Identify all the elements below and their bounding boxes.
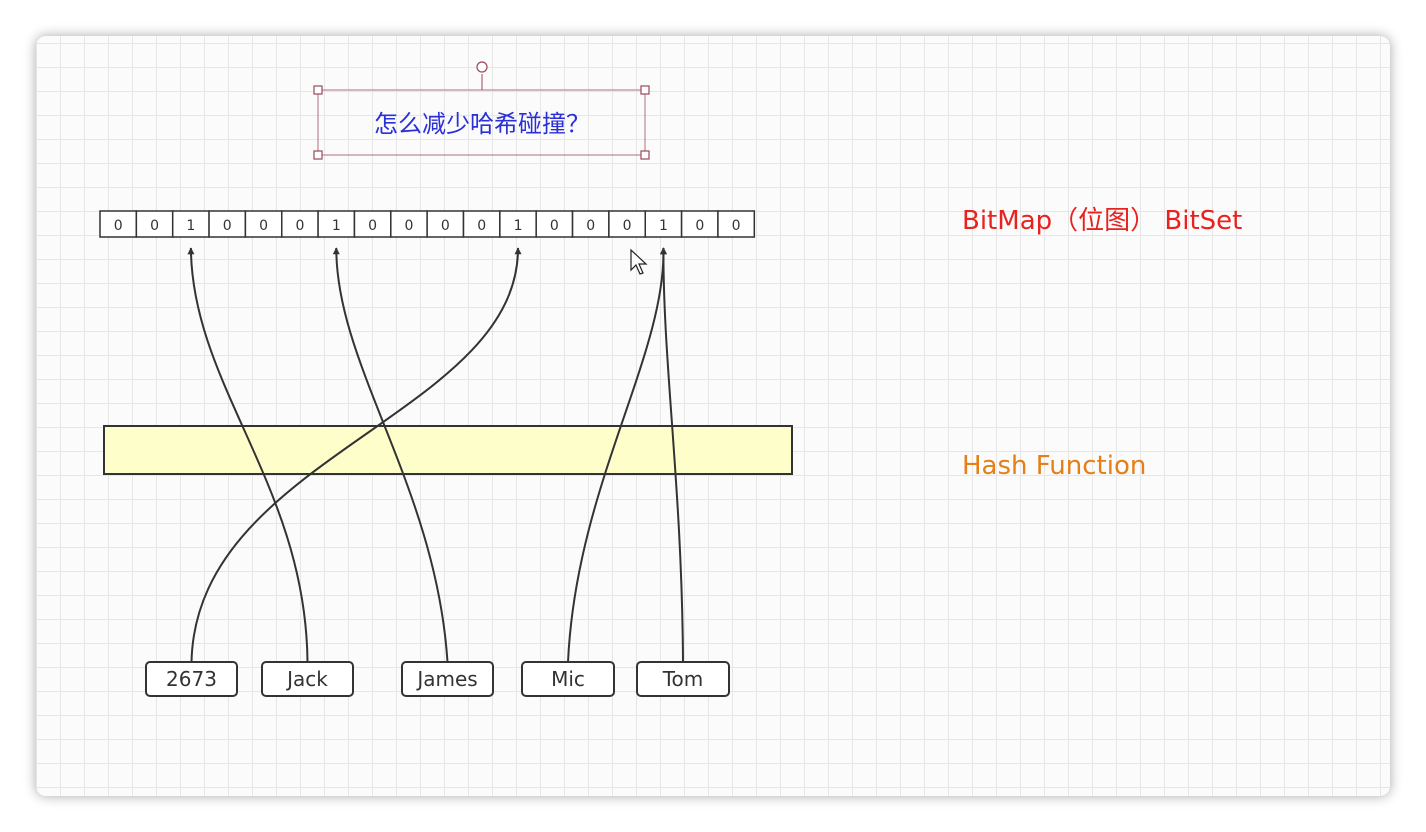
diagram-canvas: 怎么减少哈希碰撞？ 0 0 1 0 0 0 1 0 0 0 0 1 0 0 0 1 0 0 2673 Jack Jam… bbox=[36, 36, 1390, 796]
input-node-label: James bbox=[415, 667, 477, 691]
bitmap-label: BitMap（位图） BitSet bbox=[962, 206, 1242, 236]
bit-value: 0 bbox=[441, 218, 450, 234]
input-node-label: Mic bbox=[551, 667, 585, 691]
bit-value: 0 bbox=[295, 218, 304, 234]
bit-value: 0 bbox=[695, 218, 704, 234]
input-nodes: 2673 Jack James Mic Tom bbox=[145, 661, 730, 697]
bit-cell: 0 bbox=[608, 210, 647, 238]
bit-cell: 0 bbox=[717, 210, 756, 238]
input-node[interactable]: Tom bbox=[636, 661, 730, 697]
bit-value: 0 bbox=[732, 218, 741, 234]
bit-value: 1 bbox=[514, 218, 523, 234]
bit-value: 0 bbox=[477, 218, 486, 234]
mouse-cursor-icon bbox=[630, 248, 648, 275]
bit-value: 0 bbox=[623, 218, 632, 234]
hash-function-label: Hash Function bbox=[962, 451, 1146, 481]
input-node[interactable]: Mic bbox=[521, 661, 615, 697]
bit-value: 1 bbox=[659, 218, 668, 234]
bit-cell: 0 bbox=[680, 210, 719, 238]
resize-handle-bottom-right[interactable] bbox=[640, 150, 650, 160]
bit-cell: 0 bbox=[208, 210, 247, 238]
bit-cell: 1 bbox=[499, 210, 537, 238]
bit-value: 0 bbox=[586, 218, 595, 234]
bit-value: 0 bbox=[150, 218, 159, 234]
diagram-title: 怎么减少哈希碰撞？ bbox=[374, 110, 590, 138]
bit-cell: 0 bbox=[244, 210, 283, 238]
bit-value: 0 bbox=[223, 218, 232, 234]
bit-value: 0 bbox=[259, 218, 268, 234]
input-node[interactable]: Jack bbox=[261, 661, 354, 697]
resize-handle-top-right[interactable] bbox=[640, 85, 650, 95]
input-node[interactable]: 2673 bbox=[145, 661, 238, 697]
bit-value: 0 bbox=[405, 218, 414, 234]
bit-value: 1 bbox=[186, 218, 195, 234]
bit-cell: 0 bbox=[426, 210, 465, 238]
bitmap-array: 0 0 1 0 0 0 1 0 0 0 0 1 0 0 0 1 0 0 bbox=[99, 210, 756, 238]
bit-cell: 0 bbox=[390, 210, 428, 238]
bit-value: 0 bbox=[368, 218, 377, 234]
bit-cell: 0 bbox=[99, 210, 138, 238]
bit-cell: 0 bbox=[353, 210, 392, 238]
bit-cell: 0 bbox=[462, 210, 501, 238]
bit-cell: 0 bbox=[571, 210, 610, 238]
input-node-label: Jack bbox=[285, 667, 328, 691]
input-node[interactable]: James bbox=[401, 661, 494, 697]
title-shape[interactable]: 怎么减少哈希碰撞？ bbox=[313, 61, 650, 160]
hash-function-band[interactable] bbox=[103, 425, 793, 475]
bit-cell: 0 bbox=[135, 210, 174, 238]
bit-cell: 0 bbox=[281, 210, 319, 238]
bit-cell: 0 bbox=[535, 210, 574, 238]
bit-value: 0 bbox=[114, 218, 123, 234]
bit-cell: 1 bbox=[644, 210, 683, 238]
bit-value: 1 bbox=[332, 218, 341, 234]
input-node-label: Tom bbox=[662, 667, 704, 691]
resize-handle-top-left[interactable] bbox=[313, 85, 323, 95]
bit-cell: 1 bbox=[317, 210, 356, 238]
resize-handle-bottom-left[interactable] bbox=[313, 150, 323, 160]
diagram-svg: 怎么减少哈希碰撞？ 0 0 1 0 0 0 1 0 0 0 0 1 0 0 0 1 0 0 2673 Jack Jam… bbox=[99, 61, 1242, 697]
bit-value: 0 bbox=[550, 218, 559, 234]
input-node-label: 2673 bbox=[166, 667, 217, 691]
rotate-handle[interactable] bbox=[476, 61, 488, 73]
bit-cell: 1 bbox=[171, 210, 210, 238]
